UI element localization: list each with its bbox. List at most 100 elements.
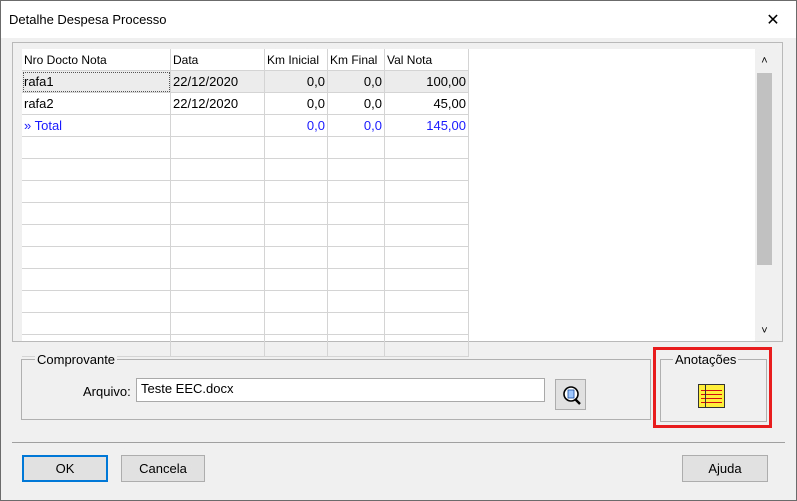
grid-cell[interactable]: 0,0: [327, 114, 385, 137]
dialog-window: Detalhe Despesa Processo ✕ Nro Docto Not…: [0, 0, 797, 501]
grid-cell[interactable]: 0,0: [264, 114, 328, 137]
column-header-nro-docto[interactable]: Nro Docto Nota: [22, 49, 171, 71]
grid-cell[interactable]: [327, 290, 385, 313]
grid-cell[interactable]: [384, 136, 469, 159]
empty-row[interactable]: [22, 136, 469, 159]
scrollbar-thumb[interactable]: [757, 73, 772, 265]
grid-cell[interactable]: [384, 334, 469, 357]
magnifier-document-icon: [562, 385, 581, 405]
grid-cell[interactable]: [170, 224, 265, 247]
grid-cell[interactable]: [384, 224, 469, 247]
grid-cell[interactable]: [264, 290, 328, 313]
grid-cell[interactable]: 0,0: [264, 92, 328, 115]
grid-cell[interactable]: [264, 224, 328, 247]
ajuda-button[interactable]: Ajuda: [682, 455, 768, 482]
grid-cell[interactable]: [384, 158, 469, 181]
empty-row[interactable]: [22, 180, 469, 203]
grid-cell[interactable]: [22, 136, 171, 159]
grid-cell[interactable]: 0,0: [327, 92, 385, 115]
grid-cell[interactable]: [327, 312, 385, 335]
grid-cell[interactable]: [264, 180, 328, 203]
column-header-val-nota[interactable]: Val Nota: [384, 49, 469, 71]
grid-cell[interactable]: [22, 202, 171, 225]
grid-cell[interactable]: [264, 158, 328, 181]
grid-cell[interactable]: [170, 290, 265, 313]
grid-cell[interactable]: [264, 268, 328, 291]
comprovante-legend: Comprovante: [35, 352, 118, 367]
grid-cell[interactable]: [264, 312, 328, 335]
grid-cell[interactable]: [327, 180, 385, 203]
grid-cell[interactable]: [170, 158, 265, 181]
empty-row[interactable]: [22, 246, 469, 269]
grid-cell[interactable]: [22, 312, 171, 335]
grid-cell[interactable]: 0,0: [264, 70, 328, 93]
grid-cell[interactable]: [22, 158, 171, 181]
window-title: Detalhe Despesa Processo: [9, 12, 167, 27]
grid-cell[interactable]: rafa2: [22, 92, 171, 115]
title-bar: Detalhe Despesa Processo ✕: [1, 1, 796, 38]
arquivo-label: Arquivo:: [83, 384, 131, 399]
grid-cell[interactable]: [170, 180, 265, 203]
grid-cell[interactable]: [384, 246, 469, 269]
empty-row[interactable]: [22, 158, 469, 181]
table-row[interactable]: rafa1 22/12/2020 0,0 0,0 100,00: [22, 70, 469, 93]
grid-cell[interactable]: [170, 246, 265, 269]
grid-cell[interactable]: [170, 312, 265, 335]
grid-cell[interactable]: [264, 136, 328, 159]
grid-cell[interactable]: [170, 202, 265, 225]
empty-row[interactable]: [22, 312, 469, 335]
grid-cell[interactable]: [384, 268, 469, 291]
grid-cell[interactable]: [327, 246, 385, 269]
column-header-data[interactable]: Data: [170, 49, 265, 71]
grid-cell[interactable]: 145,00: [384, 114, 469, 137]
scroll-up-arrow-icon[interactable]: ˄: [756, 51, 773, 71]
grid-cell[interactable]: [384, 290, 469, 313]
grid-cell[interactable]: [170, 114, 265, 137]
empty-row[interactable]: [22, 224, 469, 247]
empty-row[interactable]: [22, 268, 469, 291]
ok-button[interactable]: OK: [22, 455, 108, 482]
grid-cell[interactable]: 45,00: [384, 92, 469, 115]
grid-cell[interactable]: [22, 268, 171, 291]
grid-cell[interactable]: [170, 268, 265, 291]
grid-cell[interactable]: [22, 246, 171, 269]
view-file-button[interactable]: [555, 379, 586, 410]
grid-cell[interactable]: [327, 334, 385, 357]
scroll-down-arrow-icon[interactable]: ˅: [756, 321, 773, 341]
total-row[interactable]: » Total 0,0 0,0 145,00: [22, 114, 469, 137]
arquivo-field[interactable]: Teste EEC.docx: [136, 378, 545, 402]
grid-cell[interactable]: [327, 136, 385, 159]
grid-cell[interactable]: [264, 246, 328, 269]
grid-cell[interactable]: [22, 290, 171, 313]
grid-cell[interactable]: [170, 334, 265, 357]
grid-cell[interactable]: [264, 202, 328, 225]
grid-cell[interactable]: rafa1: [22, 70, 171, 93]
grid-cell[interactable]: [384, 180, 469, 203]
column-header-km-final[interactable]: Km Final: [327, 49, 385, 71]
grid-cell[interactable]: [327, 202, 385, 225]
expense-grid[interactable]: Nro Docto Nota Data Km Inicial Km Final …: [22, 49, 469, 357]
grid-cell[interactable]: [384, 202, 469, 225]
highlight-box: [653, 347, 772, 428]
close-button[interactable]: ✕: [750, 1, 796, 38]
grid-cell[interactable]: [327, 224, 385, 247]
grid-cell[interactable]: 22/12/2020: [170, 70, 265, 93]
grid-cell[interactable]: [327, 268, 385, 291]
grid-cell[interactable]: [22, 224, 171, 247]
grid-cell[interactable]: [327, 158, 385, 181]
empty-row[interactable]: [22, 202, 469, 225]
grid-cell[interactable]: [264, 334, 328, 357]
grid-cell[interactable]: 0,0: [327, 70, 385, 93]
cancela-button[interactable]: Cancela: [121, 455, 205, 482]
grid-panel: Nro Docto Nota Data Km Inicial Km Final …: [12, 42, 783, 357]
grid-cell[interactable]: [22, 180, 171, 203]
grid-cell[interactable]: » Total: [22, 114, 171, 137]
grid-cell[interactable]: 100,00: [384, 70, 469, 93]
grid-cell[interactable]: [384, 312, 469, 335]
grid-cell[interactable]: 22/12/2020: [170, 92, 265, 115]
column-header-km-inicial[interactable]: Km Inicial: [264, 49, 328, 71]
vertical-scrollbar[interactable]: ˄ ˅: [756, 49, 773, 341]
table-row[interactable]: rafa2 22/12/2020 0,0 0,0 45,00: [22, 92, 469, 115]
empty-row[interactable]: [22, 290, 469, 313]
grid-cell[interactable]: [170, 136, 265, 159]
